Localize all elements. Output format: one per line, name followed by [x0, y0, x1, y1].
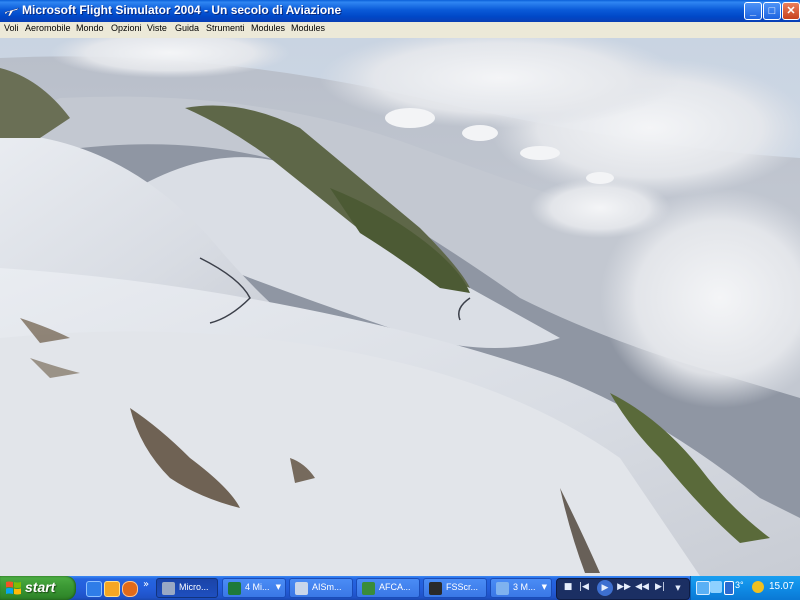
volume-icon[interactable]: [710, 581, 722, 593]
task-label: FSScr...: [446, 582, 479, 592]
internet-explorer-icon[interactable]: [86, 581, 102, 597]
network-icon[interactable]: [696, 581, 710, 595]
chevron-down-icon: ▼: [541, 583, 547, 591]
title-bar[interactable]: Microsoft Flight Simulator 2004 - Un sec…: [0, 0, 800, 23]
media-play-button[interactable]: ▶: [597, 580, 613, 596]
menu-mondo[interactable]: Mondo: [76, 23, 104, 33]
task-label: 3 M...: [513, 582, 536, 592]
maximize-button[interactable]: □: [763, 2, 781, 20]
start-label: start: [25, 579, 56, 595]
start-button[interactable]: start: [0, 576, 76, 600]
system-tray: 3° 15.07: [690, 576, 800, 600]
display-icon[interactable]: [724, 581, 734, 595]
task-button-group-3[interactable]: 3 M... ▼: [490, 578, 552, 598]
task-label: Micro...: [179, 582, 209, 592]
media-previous-button[interactable]: |◀: [577, 582, 591, 592]
program-icon: [295, 582, 308, 595]
menu-modules[interactable]: Modules: [251, 23, 285, 33]
program-icon: [362, 582, 375, 595]
menu-aeromobile[interactable]: Aeromobile: [25, 23, 71, 33]
excel-icon: [228, 582, 241, 595]
program-icon: [496, 582, 509, 595]
task-button-flight-simulator[interactable]: Micro...: [156, 578, 218, 598]
menu-opzioni[interactable]: Opzioni: [111, 23, 142, 33]
windows-logo-icon: [6, 581, 21, 595]
taskbar: start » Micro... 4 Mi... ▼ AISm... AFCA.…: [0, 576, 800, 600]
task-button-afca[interactable]: AFCA...: [356, 578, 420, 598]
chevron-down-icon: ▼: [275, 583, 281, 591]
clock[interactable]: 15.07: [769, 581, 794, 592]
quick-launch-more-icon[interactable]: »: [143, 579, 149, 590]
flight-simulator-icon: [4, 7, 20, 17]
task-label: AFCA...: [379, 582, 411, 592]
firefox-icon[interactable]: [122, 581, 138, 597]
simulator-viewport[interactable]: [0, 38, 800, 576]
menu-modules-2[interactable]: Modules: [291, 23, 325, 33]
media-forward-button[interactable]: ▶▶: [617, 582, 631, 592]
task-label: AISm...: [312, 582, 342, 592]
menu-guida[interactable]: Guida: [175, 23, 199, 33]
window-title: Microsoft Flight Simulator 2004 - Un sec…: [22, 3, 342, 17]
minimize-button[interactable]: _: [744, 2, 762, 20]
flight-simulator-icon: [162, 582, 175, 595]
menu-strumenti[interactable]: Strumenti: [206, 23, 245, 33]
task-button-aism[interactable]: AISm...: [289, 578, 353, 598]
task-button-fsscr[interactable]: FSScr...: [423, 578, 487, 598]
program-icon: [429, 582, 442, 595]
close-button[interactable]: ✕: [782, 2, 800, 20]
media-menu-button[interactable]: ▼: [671, 584, 685, 592]
menu-viste[interactable]: Viste: [147, 23, 167, 33]
media-player-toolbar: ■ |◀ ▶ ▶▶ ◀◀ ▶| ▼: [556, 578, 690, 600]
scenery-view: [0, 38, 800, 576]
menu-voli[interactable]: Voli: [4, 23, 19, 33]
media-stop-button[interactable]: ■: [561, 582, 575, 592]
weather-temperature[interactable]: 3°: [735, 580, 744, 590]
media-rewind-button[interactable]: ◀◀: [635, 582, 649, 592]
task-label: 4 Mi...: [245, 582, 270, 592]
task-button-excel[interactable]: 4 Mi... ▼: [222, 578, 286, 598]
menu-bar: Voli Aeromobile Mondo Opzioni Viste Guid…: [0, 22, 800, 39]
media-next-button[interactable]: ▶|: [653, 582, 667, 592]
messenger-icon[interactable]: [752, 581, 764, 593]
media-player-icon[interactable]: [104, 581, 120, 597]
